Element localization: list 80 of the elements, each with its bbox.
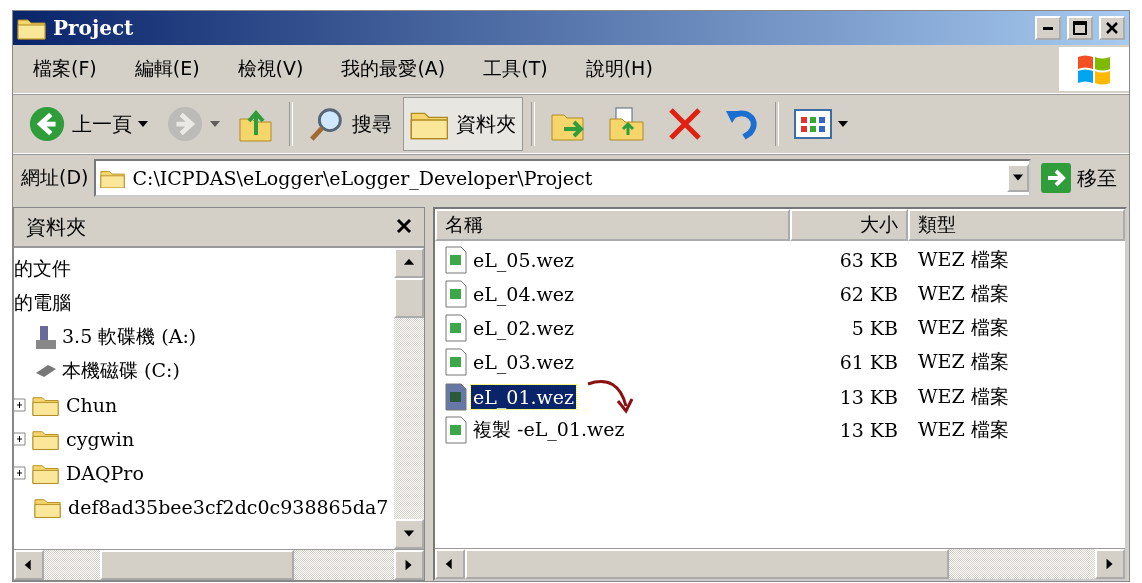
- table-cell-text: 13 KB: [838, 419, 899, 441]
- close-icon: [1105, 21, 1119, 35]
- scroll-button[interactable]: [394, 248, 424, 278]
- tree-item[interactable]: 本機磁碟 (C:): [62, 358, 180, 384]
- expand-icon[interactable]: [14, 466, 26, 480]
- windows-logo: [1059, 47, 1129, 91]
- tree-item[interactable]: cygwin: [66, 428, 135, 450]
- expand-icon[interactable]: [14, 398, 26, 412]
- scroll-button[interactable]: [394, 550, 424, 580]
- tree-item[interactable]: def8ad35bee3cf2dc0c938865da7: [68, 496, 389, 518]
- toolbar-button[interactable]: 資料夾: [403, 97, 523, 151]
- file-icon: [445, 416, 467, 444]
- caret-icon: [838, 121, 848, 127]
- scroll-button[interactable]: [394, 519, 424, 549]
- maximize-icon: [1073, 21, 1087, 35]
- horizontal-scrollbar[interactable]: [14, 549, 424, 580]
- dropdown-button[interactable]: [1007, 164, 1029, 192]
- scrollbar-thumb[interactable]: [394, 278, 424, 318]
- minimize-button[interactable]: [1035, 16, 1061, 40]
- close-icon: [396, 218, 412, 234]
- file-icon: [445, 246, 467, 274]
- tree-item[interactable]: 的電腦: [14, 290, 71, 316]
- file-icon: [445, 383, 467, 411]
- file-name[interactable]: eL_05.wez: [471, 248, 577, 272]
- address-field[interactable]: C:\ICPDAS\eLogger\eLogger_Developer\Project: [94, 159, 1031, 197]
- horizontal-scrollbar[interactable]: [435, 548, 1125, 579]
- table-cell-text: 13 KB: [838, 386, 899, 408]
- file-name[interactable]: eL_03.wez: [471, 350, 577, 374]
- window-title: Project: [53, 16, 135, 40]
- file-icon: [445, 280, 467, 308]
- caret-icon: [210, 121, 220, 127]
- table-cell-text: 61 KB: [838, 351, 899, 373]
- menu-item[interactable]: 檔案(F): [21, 52, 109, 86]
- table-cell-text: WEZ 檔案: [917, 384, 1010, 409]
- file-icon: [445, 348, 467, 376]
- scroll-button[interactable]: [14, 550, 44, 580]
- scrollbar-thumb[interactable]: [100, 550, 294, 580]
- file-icon: [445, 314, 467, 342]
- column-header[interactable]: 大小: [790, 209, 908, 241]
- tree-item[interactable]: 3.5 軟碟機 (A:): [62, 324, 197, 350]
- menu-item[interactable]: 說明(H): [573, 52, 665, 86]
- table-cell-text: WEZ 檔案: [917, 417, 1010, 442]
- menu-item[interactable]: 我的最愛(A): [329, 52, 458, 86]
- expand-icon[interactable]: [14, 432, 26, 446]
- column-header[interactable]: 名稱: [435, 209, 790, 241]
- go-button[interactable]: 移至: [1037, 163, 1121, 193]
- minimize-icon: [1043, 26, 1053, 30]
- address-label: 網址(D): [21, 165, 89, 190]
- floppy-drive-icon: [36, 324, 56, 350]
- table-cell-text: WEZ 檔案: [917, 349, 1010, 374]
- table-cell-text: 5 KB: [850, 317, 899, 339]
- maximize-button[interactable]: [1067, 16, 1093, 40]
- menu-item[interactable]: 工具(T): [471, 52, 560, 86]
- caret-icon: [138, 121, 148, 127]
- table-cell-text: 62 KB: [838, 283, 899, 305]
- tree-item[interactable]: DAQPro: [66, 462, 144, 484]
- menu-item[interactable]: 檢視(V): [225, 52, 316, 86]
- tree-item[interactable]: 的文件: [14, 256, 71, 282]
- tree-item[interactable]: Chun: [66, 394, 118, 416]
- scroll-button[interactable]: [435, 549, 465, 579]
- toolbar-button[interactable]: 搜尋: [301, 97, 399, 151]
- menu-item[interactable]: 編輯(E): [122, 52, 212, 86]
- table-cell-text: 63 KB: [838, 249, 899, 271]
- scrollbar-thumb[interactable]: [465, 549, 949, 579]
- close-button[interactable]: [1099, 16, 1125, 40]
- toolbar-button[interactable]: 上一頁: [21, 97, 155, 151]
- vertical-scrollbar[interactable]: [394, 248, 424, 549]
- hard-drive-icon: [36, 363, 56, 379]
- file-name[interactable]: eL_02.wez: [471, 316, 577, 340]
- folder-icon: [17, 16, 47, 40]
- file-name[interactable]: eL_01.wez: [471, 385, 577, 409]
- table-cell-text: WEZ 檔案: [917, 281, 1010, 306]
- scroll-button[interactable]: [1095, 549, 1125, 579]
- column-header[interactable]: 類型: [908, 209, 1125, 241]
- file-name[interactable]: 複製 -eL_01.wez: [471, 416, 627, 444]
- views-icon: [794, 109, 832, 139]
- file-name[interactable]: eL_04.wez: [471, 282, 577, 306]
- table-cell-text: WEZ 檔案: [917, 247, 1010, 272]
- table-cell-text: WEZ 檔案: [917, 315, 1010, 340]
- pane-title: 資料夾: [26, 213, 86, 241]
